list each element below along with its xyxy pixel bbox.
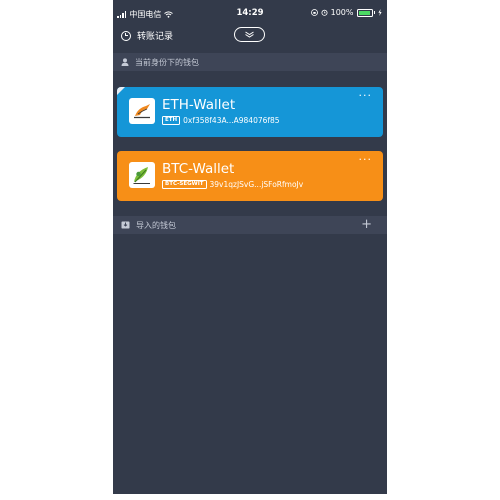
wallet-name: BTC-Wallet	[162, 161, 235, 177]
eth-logo-icon	[129, 98, 155, 124]
current-identity-section-header: 当前身份下的钱包	[113, 53, 387, 71]
chain-tag: BTC-SEGWIT	[162, 180, 207, 189]
add-wallet-button[interactable]: +	[361, 218, 372, 231]
section-label: 当前身份下的钱包	[135, 57, 199, 67]
top-nav: 转账记录	[113, 26, 387, 48]
card-corner-fold	[117, 87, 125, 95]
transfer-history-label: 转账记录	[137, 32, 174, 42]
wallet-name: ETH-Wallet	[162, 97, 236, 113]
status-bar: 中国电信 14:29 100%	[113, 0, 387, 26]
clock-icon	[121, 30, 131, 41]
wallet-card-btc[interactable]: BTC-Wallet BTC-SEGWIT 39v1qzJSvG...jSFoR…	[117, 151, 383, 201]
charging-icon	[378, 9, 382, 16]
chain-tag: ETH	[162, 116, 181, 125]
alarm-icon	[321, 9, 328, 16]
user-icon	[121, 58, 129, 66]
battery-percent: 100%	[330, 8, 354, 17]
wallet-address-row: ETH 0xf358f43A...A984076f85	[162, 116, 280, 125]
btc-logo-icon	[129, 162, 155, 188]
wallet-address-row: BTC-SEGWIT 39v1qzJSvG...jSFoRfmoJv	[162, 180, 303, 189]
wallet-address[interactable]: 0xf358f43A...A984076f85	[183, 116, 279, 125]
more-options-button[interactable]: ···	[359, 153, 373, 166]
more-options-button[interactable]: ···	[359, 89, 373, 102]
double-chevron-down-icon	[245, 31, 254, 38]
wallet-address[interactable]: 39v1qzJSvG...jSFoRfmoJv	[210, 180, 304, 189]
collapse-toggle-button[interactable]	[234, 27, 265, 42]
wallet-card-eth[interactable]: ETH-Wallet ETH 0xf358f43A...A984076f85 ·…	[117, 87, 383, 137]
battery-nub	[373, 11, 375, 14]
transfer-history-button[interactable]: 转账记录	[121, 29, 173, 42]
phone-screen: 中国电信 14:29 100% 转账记录 当前身份下的钱包 ETH-Wallet…	[113, 0, 387, 494]
status-right: 100%	[310, 8, 382, 17]
section-label: 导入的钱包	[136, 220, 176, 230]
imported-wallets-section-header: 导入的钱包 +	[113, 216, 387, 234]
battery-icon	[356, 8, 373, 17]
import-icon	[121, 221, 130, 229]
lock-rotation-icon	[310, 9, 318, 16]
